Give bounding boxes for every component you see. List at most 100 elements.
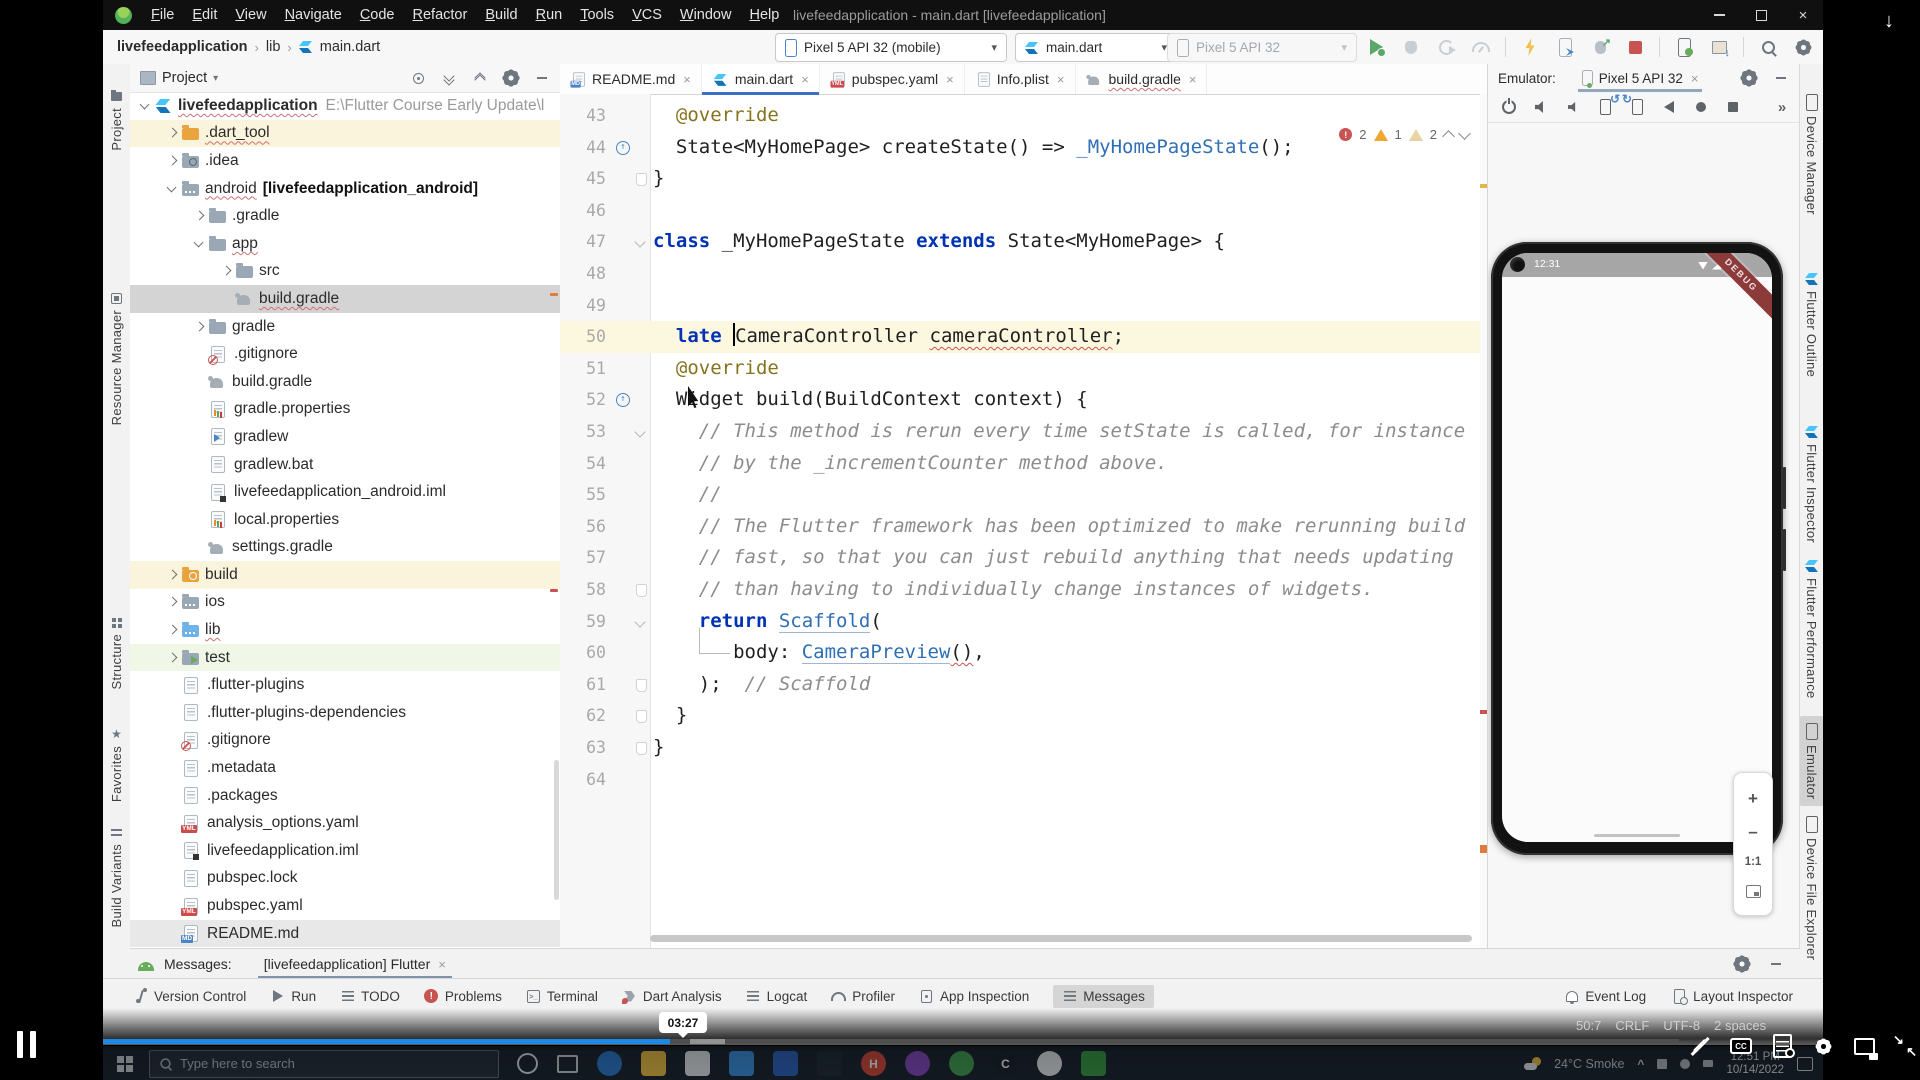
code-line-52[interactable]: 52↑Widget build(BuildContext context) { bbox=[560, 384, 1480, 416]
rotate-right-icon[interactable] bbox=[1628, 98, 1646, 116]
taskbar-app-mail[interactable] bbox=[685, 1051, 710, 1076]
expand-all-icon[interactable] bbox=[441, 70, 457, 86]
hide-panel-icon[interactable] bbox=[1768, 956, 1784, 972]
taskbar-app-app-purple[interactable] bbox=[905, 1051, 930, 1076]
code-line-62[interactable]: 62} bbox=[560, 700, 1480, 732]
tray-icon[interactable] bbox=[1703, 1060, 1713, 1067]
tree-item-gradle-properties[interactable]: gradle.properties bbox=[130, 396, 560, 424]
notification-icon[interactable] bbox=[1797, 1057, 1813, 1071]
tree-chevron-icon[interactable] bbox=[165, 182, 179, 196]
code-line-58[interactable]: 58// than having to individually change … bbox=[560, 574, 1480, 606]
next-issue-icon[interactable] bbox=[1458, 127, 1471, 140]
taskbar-app-app-red[interactable]: H bbox=[861, 1051, 886, 1076]
tree-item-app[interactable]: app bbox=[130, 230, 560, 258]
menu-build[interactable]: Build bbox=[476, 0, 526, 30]
menu-run[interactable]: Run bbox=[527, 0, 572, 30]
run-config-dropdown[interactable]: main.dart ▾ bbox=[1015, 33, 1177, 62]
sidebar-item-device-manager[interactable]: Device Manager bbox=[1800, 94, 1823, 215]
taskbar-app-edge[interactable] bbox=[597, 1051, 622, 1076]
encoding[interactable]: UTF-8 bbox=[1663, 1018, 1700, 1033]
close-icon[interactable]: × bbox=[946, 72, 954, 87]
code-area[interactable]: 43@override44↑State<MyHomePage> createSt… bbox=[560, 100, 1480, 948]
sidebar-item-favorites[interactable]: ★Favorites bbox=[103, 728, 130, 802]
hot-restart-icon[interactable] bbox=[1589, 36, 1611, 58]
tab-readme-md[interactable]: README.md× bbox=[560, 64, 702, 94]
maximize-icon[interactable] bbox=[1755, 9, 1767, 21]
tree-item-pubspec-yaml[interactable]: pubspec.yaml bbox=[130, 892, 560, 920]
more-icon[interactable]: » bbox=[1773, 98, 1791, 116]
progress-bar[interactable] bbox=[103, 1039, 1679, 1044]
tree-item-livefeedapplication-iml[interactable]: livefeedapplication.iml bbox=[130, 837, 560, 865]
locate-file-icon[interactable] bbox=[410, 70, 426, 86]
tab-main-dart[interactable]: main.dart× bbox=[702, 64, 820, 94]
zoom-fit-icon[interactable] bbox=[1746, 885, 1761, 898]
statusbar-logcat[interactable]: Logcat bbox=[746, 989, 808, 1004]
profile-icon[interactable] bbox=[1435, 36, 1457, 58]
tree-item--gitignore[interactable]: .gitignore bbox=[130, 340, 560, 368]
sidebar-item-device-file-explorer[interactable]: Device File Explorer bbox=[1800, 816, 1823, 960]
gear-icon[interactable] bbox=[1734, 956, 1750, 972]
gear-icon[interactable] bbox=[503, 70, 519, 86]
tree-item-test[interactable]: test bbox=[130, 644, 560, 672]
settings-icon[interactable] bbox=[1792, 36, 1814, 58]
taskbar-app-photos[interactable] bbox=[773, 1051, 798, 1076]
menu-code[interactable]: Code bbox=[351, 0, 404, 30]
tree-chevron-icon[interactable] bbox=[192, 209, 206, 223]
menu-window[interactable]: Window bbox=[671, 0, 741, 30]
code-line-61[interactable]: 61); // Scaffold bbox=[560, 669, 1480, 701]
fold-icon[interactable] bbox=[634, 616, 645, 627]
breadcrumb-project[interactable]: livefeedapplication bbox=[117, 39, 248, 55]
menu-edit[interactable]: Edit bbox=[183, 0, 226, 30]
tree-item-gradlew-bat[interactable]: gradlew.bat bbox=[130, 451, 560, 479]
taskbar-app-app-light[interactable] bbox=[1037, 1051, 1062, 1076]
code-line-50[interactable]: 50late CameraController cameraController… bbox=[560, 321, 1480, 353]
settings-icon[interactable] bbox=[1811, 1034, 1835, 1058]
collapse-all-icon[interactable] bbox=[472, 70, 488, 86]
statusbar-layout-inspector[interactable]: Layout Inspector bbox=[1672, 989, 1793, 1004]
hide-panel-icon[interactable] bbox=[534, 70, 550, 86]
close-icon[interactable]: × bbox=[1189, 72, 1197, 87]
tab-info-plist[interactable]: Info.plist× bbox=[965, 64, 1076, 94]
tree-chevron-icon[interactable] bbox=[219, 264, 233, 278]
sidebar-item-build-variants[interactable]: Build Variants bbox=[103, 826, 130, 927]
code-line-59[interactable]: 59return Scaffold( bbox=[560, 606, 1480, 638]
tree-item-android[interactable]: android[livefeedapplication_android] bbox=[130, 175, 560, 203]
taskbar-search[interactable]: Type here to search bbox=[149, 1050, 499, 1078]
sidebar-item-flutter-outline[interactable]: Flutter Outline bbox=[1800, 272, 1823, 377]
overview-icon[interactable] bbox=[1724, 98, 1742, 116]
prev-issue-icon[interactable] bbox=[1442, 130, 1455, 143]
override-marker-icon[interactable]: ↑ bbox=[616, 141, 630, 155]
code-line-60[interactable]: 60body: CameraPreview(), bbox=[560, 637, 1480, 669]
statusbar-messages[interactable]: Messages bbox=[1053, 985, 1154, 1008]
taskbar-app-task-view[interactable] bbox=[557, 1055, 578, 1073]
hide-panel-icon[interactable] bbox=[1773, 70, 1789, 86]
stop-icon[interactable] bbox=[1624, 36, 1646, 58]
editor[interactable]: README.md×main.dart×pubspec.yaml×Info.pl… bbox=[560, 64, 1487, 948]
tree-chevron-icon[interactable] bbox=[165, 595, 179, 609]
tree-item-analysis-options-yaml[interactable]: analysis_options.yaml bbox=[130, 809, 560, 837]
statusbar-problems[interactable]: Problems bbox=[424, 989, 502, 1004]
statusbar-event-log[interactable]: Event Log bbox=[1564, 989, 1646, 1004]
sidebar-item-project[interactable]: Project bbox=[103, 90, 130, 151]
run-icon[interactable] bbox=[1365, 36, 1387, 58]
statusbar-dart-analysis[interactable]: Dart Analysis bbox=[622, 989, 722, 1004]
tree-chevron-icon[interactable] bbox=[165, 154, 179, 168]
project-view-selector[interactable]: Project bbox=[162, 70, 207, 86]
fold-icon[interactable] bbox=[634, 426, 645, 437]
taskbar-app-cortana[interactable] bbox=[517, 1053, 538, 1074]
attach-debugger-icon[interactable] bbox=[1554, 36, 1576, 58]
search-everywhere-icon[interactable] bbox=[1757, 36, 1779, 58]
taskbar-app-app-green[interactable] bbox=[1081, 1051, 1106, 1076]
inspections-widget[interactable]: ! 2 1 2 bbox=[1335, 126, 1473, 143]
tree-item--dart-tool[interactable]: .dart_tool bbox=[130, 120, 560, 148]
phone-screen[interactable]: 12:31 DEBUG bbox=[1502, 253, 1772, 842]
menu-refactor[interactable]: Refactor bbox=[404, 0, 477, 30]
tree-item--gitignore[interactable]: .gitignore bbox=[130, 727, 560, 755]
statusbar-run[interactable]: Run bbox=[270, 989, 316, 1004]
close-icon[interactable]: × bbox=[801, 72, 809, 87]
tree-chevron-icon[interactable] bbox=[165, 651, 179, 665]
sidebar-item-emulator[interactable]: Emulator bbox=[1800, 716, 1823, 806]
horizontal-scrollbar[interactable] bbox=[650, 935, 1472, 942]
profiler-icon[interactable] bbox=[1470, 36, 1492, 58]
tree-item--flutter-plugins-dependencies[interactable]: .flutter-plugins-dependencies bbox=[130, 699, 560, 727]
